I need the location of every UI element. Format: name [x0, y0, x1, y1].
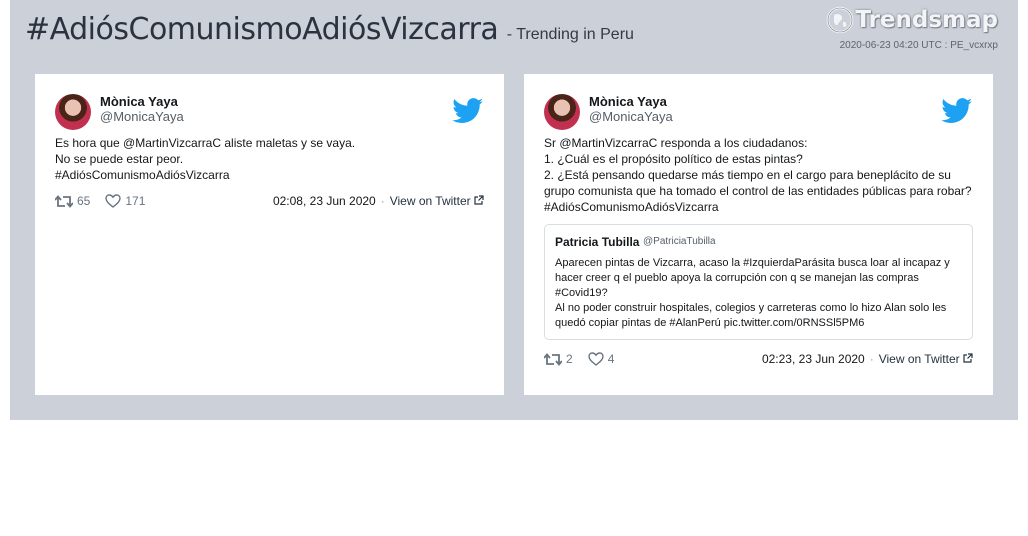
view-on-twitter-link[interactable]: View on Twitter [390, 194, 471, 208]
retweet-icon [544, 352, 562, 366]
quoted-tweet[interactable]: Patricia Tubilla @PatriciaTubilla Aparec… [544, 224, 973, 340]
tweet-time[interactable]: 02:08, 23 Jun 2020 [273, 194, 376, 208]
separator-dot: · [869, 352, 874, 366]
tweet-card: Mònica Yaya @MonicaYaya Es hora que @Mar… [35, 74, 504, 395]
tweet-time[interactable]: 02:23, 23 Jun 2020 [762, 352, 865, 366]
like-count-label: 4 [607, 352, 615, 366]
header-panel: #AdiósComunismoAdiósVizcarra - Trending … [10, 0, 1018, 420]
twitter-bird-icon[interactable] [452, 98, 484, 124]
tweet-stats: 65 171 [55, 194, 160, 208]
user-name[interactable]: Mònica Yaya [100, 94, 178, 109]
twitter-bird-icon[interactable] [941, 98, 973, 124]
title-row: #AdiósComunismoAdiósVizcarra - Trending … [25, 12, 634, 47]
external-link-icon [474, 195, 484, 205]
tweet-text: Es hora que @MartinVizcarraC aliste male… [55, 136, 356, 182]
page-title[interactable]: #AdiósComunismoAdiósVizcarra [25, 12, 499, 47]
trendsmap-logo-icon [827, 6, 854, 34]
tweet-stats: 2 4 [544, 352, 629, 366]
retweet-icon [55, 194, 73, 208]
view-on-twitter-link[interactable]: View on Twitter [879, 352, 960, 366]
like-count[interactable]: 171 [105, 194, 145, 208]
page-subtitle: - Trending in Peru [506, 26, 634, 43]
tweet-meta: 02:23, 23 Jun 2020 · View on Twitter [762, 352, 973, 366]
avatar[interactable] [55, 94, 91, 130]
tweet-text: Sr @MartinVizcarraC responda a los ciuda… [544, 136, 972, 214]
retweet-count[interactable]: 65 [55, 194, 90, 208]
trendsmap-logo[interactable]: Trendsmap [826, 6, 998, 34]
separator-dot: · [380, 194, 385, 208]
quoted-user-handle: @PatriciaTubilla [643, 236, 716, 247]
external-link-icon [963, 353, 973, 363]
user-name[interactable]: Mònica Yaya [589, 94, 667, 109]
tweet-meta: 02:08, 23 Jun 2020 · View on Twitter [273, 194, 484, 208]
logo-text: Trendsmap [855, 7, 998, 33]
quoted-tweet-text: Aparecen pintas de Vizcarra, acaso la #I… [555, 257, 950, 329]
user-handle[interactable]: @MonicaYaya [100, 109, 184, 124]
retweet-count-label: 65 [77, 194, 91, 208]
like-count[interactable]: 4 [587, 352, 615, 366]
heart-icon [587, 352, 604, 366]
timestamp: 2020-06-23 04:20 UTC : PE_vcxrxp [839, 40, 998, 51]
retweet-count[interactable]: 2 [544, 352, 573, 366]
like-count-label: 171 [125, 194, 146, 208]
heart-icon [105, 194, 122, 208]
avatar[interactable] [544, 94, 580, 130]
tweet-card: Mònica Yaya @MonicaYaya Sr @MartinVizcar… [524, 74, 993, 395]
user-handle[interactable]: @MonicaYaya [589, 109, 673, 124]
quoted-user-name: Patricia Tubilla [555, 235, 640, 249]
retweet-count-label: 2 [566, 352, 573, 366]
